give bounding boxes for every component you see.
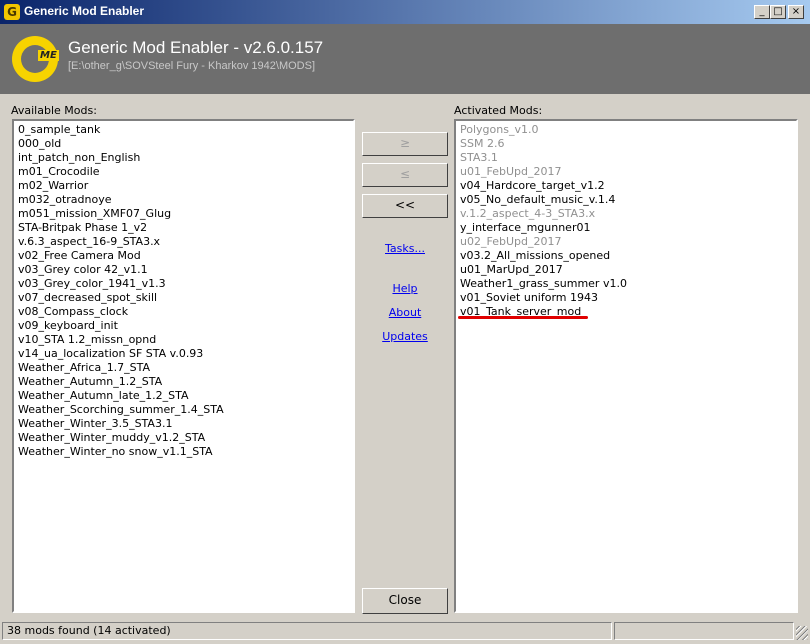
available-mods-list[interactable]: 0_sample_tank 000_old int_patch_non_Englis…: [12, 119, 355, 613]
activated-mod-item[interactable]: SSM 2.6: [460, 137, 796, 151]
activated-mod-item[interactable]: v03.2_All_missions_opened: [460, 249, 796, 263]
available-mod-item[interactable]: v.6.3_aspect_16-9_STA3.x: [18, 235, 353, 249]
activate-button[interactable]: ≥: [362, 132, 448, 156]
activated-mod-item[interactable]: v05_No_default_music_v.1.4: [460, 193, 796, 207]
activated-mod-item[interactable]: v04_Hardcore_target_v1.2: [460, 179, 796, 193]
resize-grip-icon[interactable]: [796, 626, 808, 640]
app-icon: G: [4, 4, 20, 20]
available-mod-item[interactable]: v03_Grey color 42_v1.1: [18, 263, 353, 277]
close-window-button[interactable]: ×: [788, 5, 804, 19]
available-mod-item[interactable]: m032_otradnoye: [18, 193, 353, 207]
gme-logo-icon: ME: [12, 36, 59, 82]
available-mod-item[interactable]: v03_Grey_color_1941_v1.3: [18, 277, 353, 291]
minimize-button[interactable]: _: [754, 5, 770, 19]
tasks-link[interactable]: Tasks...: [362, 242, 448, 255]
available-mod-item[interactable]: v09_keyboard_init: [18, 319, 353, 333]
activated-mod-item[interactable]: u02_FebUpd_2017: [460, 235, 796, 249]
logo-me-text: ME: [38, 50, 59, 61]
activated-mod-item[interactable]: STA3.1: [460, 151, 796, 165]
available-mods-label: Available Mods:: [11, 104, 97, 117]
close-button[interactable]: Close: [362, 588, 448, 614]
activated-mod-item[interactable]: y_interface_mgunner01: [460, 221, 796, 235]
deactivate-all-button[interactable]: <<: [362, 194, 448, 218]
activated-mods-items: Polygons_v1.0 SSM 2.6 STA3.1 u01_FebUpd_201…: [456, 121, 796, 319]
deactivate-button[interactable]: ≤: [362, 163, 448, 187]
red-annotation-underline: [458, 316, 588, 319]
activated-mods-label: Activated Mods:: [454, 104, 543, 117]
activated-mod-item[interactable]: v01_Soviet uniform 1943: [460, 291, 796, 305]
activated-mods-list[interactable]: Polygons_v1.0 SSM 2.6 STA3.1 u01_FebUpd_201…: [454, 119, 798, 613]
available-mod-item[interactable]: 000_old: [18, 137, 353, 151]
activated-mod-item[interactable]: u01_FebUpd_2017: [460, 165, 796, 179]
title-bar[interactable]: G Generic Mod Enabler _ □ ×: [0, 0, 810, 24]
app-title: Generic Mod Enabler - v2.6.0.157: [68, 38, 324, 57]
help-link[interactable]: Help: [362, 282, 448, 295]
window-title: Generic Mod Enabler: [24, 4, 145, 18]
available-mod-item[interactable]: m02_Warrior: [18, 179, 353, 193]
available-mod-item[interactable]: v08_Compass_clock: [18, 305, 353, 319]
about-link[interactable]: About: [362, 306, 448, 319]
activated-mod-item[interactable]: u01_MarUpd_2017: [460, 263, 796, 277]
available-mod-item[interactable]: Weather_Africa_1.7_STA: [18, 361, 353, 375]
activated-mod-item[interactable]: Polygons_v1.0: [460, 123, 796, 137]
activated-mod-item[interactable]: Weather1_grass_summer v1.0: [460, 277, 796, 291]
status-bar: 38 mods found (14 activated): [0, 620, 810, 644]
status-pane-empty: [614, 622, 794, 640]
available-mod-item[interactable]: Weather_Winter_no snow_v1.1_STA: [18, 445, 353, 459]
available-mod-item[interactable]: Weather_Winter_3.5_STA3.1: [18, 417, 353, 431]
available-mod-item[interactable]: v14_ua_localization SF STA v.0.93: [18, 347, 353, 361]
available-mod-item[interactable]: m01_Crocodile: [18, 165, 353, 179]
available-mod-item[interactable]: v02_Free Camera Mod: [18, 249, 353, 263]
available-mod-item[interactable]: int_patch_non_English: [18, 151, 353, 165]
available-mod-item[interactable]: Weather_Winter_muddy_v1.2_STA: [18, 431, 353, 445]
available-mod-item[interactable]: v10_STA 1.2_missn_opnd: [18, 333, 353, 347]
available-mod-item[interactable]: STA-Britpak Phase 1_v2: [18, 221, 353, 235]
available-mods-items: 0_sample_tank 000_old int_patch_non_Englis…: [14, 121, 353, 459]
main-window: G Generic Mod Enabler _ □ × ME Generic M…: [0, 0, 810, 644]
activated-mod-item[interactable]: v.1.2_aspect_4-3_STA3.x: [460, 207, 796, 221]
maximize-button[interactable]: □: [770, 5, 786, 19]
status-text: 38 mods found (14 activated): [2, 622, 612, 640]
available-mod-item[interactable]: Weather_Autumn_1.2_STA: [18, 375, 353, 389]
header-banner: ME Generic Mod Enabler - v2.6.0.157 [E:\…: [0, 24, 810, 94]
available-mod-item[interactable]: v07_decreased_spot_skill: [18, 291, 353, 305]
available-mod-item[interactable]: m051_mission_XMF07_Glug: [18, 207, 353, 221]
available-mod-item[interactable]: 0_sample_tank: [18, 123, 353, 137]
mods-path: [E:\other_g\SOVSteel Fury - Kharkov 1942…: [68, 60, 315, 72]
updates-link[interactable]: Updates: [362, 330, 448, 343]
available-mod-item[interactable]: Weather_Scorching_summer_1.4_STA: [18, 403, 353, 417]
available-mod-item[interactable]: Weather_Autumn_late_1.2_STA: [18, 389, 353, 403]
